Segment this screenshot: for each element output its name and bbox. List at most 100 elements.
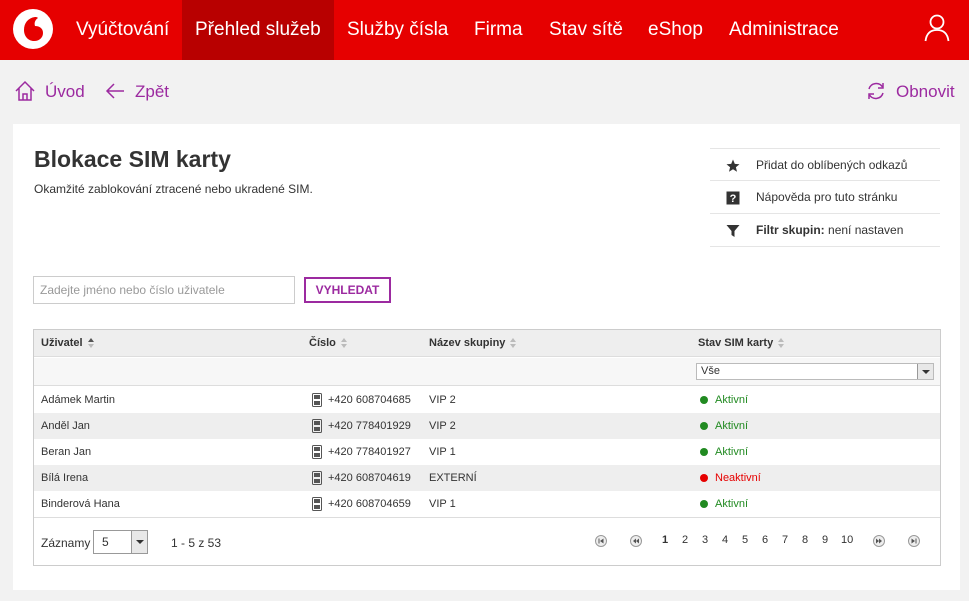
page-number[interactable]: 2 xyxy=(682,534,688,546)
home-label: Úvod xyxy=(45,82,85,101)
home-link[interactable]: Úvod xyxy=(14,80,85,104)
nav-item-prehled-sluzeb[interactable]: Přehled služeb xyxy=(182,0,334,60)
cell-group: VIP 2 xyxy=(429,420,456,432)
phone-icon xyxy=(312,419,322,433)
page-number[interactable]: 8 xyxy=(802,534,808,546)
phone-icon xyxy=(312,497,322,511)
page-number[interactable]: 6 xyxy=(762,534,768,546)
question-icon: ? xyxy=(726,191,740,205)
user-icon[interactable] xyxy=(924,14,950,42)
first-page-icon[interactable] xyxy=(595,535,607,547)
nav-item-firma[interactable]: Firma xyxy=(461,0,536,60)
cell-user: Bílá Irena xyxy=(41,472,89,484)
group-filter-value: není nastaven xyxy=(828,223,904,237)
page-number[interactable]: 4 xyxy=(722,534,728,546)
column-header-group[interactable]: Název skupiny xyxy=(429,330,517,357)
status-active-icon xyxy=(700,500,708,508)
cell-user: Binderová Hana xyxy=(41,498,120,510)
home-icon xyxy=(15,80,35,101)
page-number[interactable]: 5 xyxy=(742,534,748,546)
status-filter-value: Vše xyxy=(701,365,720,377)
cell-number: +420 608704685 xyxy=(328,394,411,406)
page-size-select[interactable]: 5 xyxy=(93,530,148,554)
back-link[interactable]: Zpět xyxy=(104,80,174,104)
search-button[interactable]: VYHLEDAT xyxy=(304,277,391,303)
cell-status: Aktivní xyxy=(715,394,749,406)
cell-status: Aktivní xyxy=(715,446,749,458)
status-active-icon xyxy=(700,448,708,456)
cell-user: Adámek Martin xyxy=(41,394,115,406)
column-header-user[interactable]: Uživatel xyxy=(41,330,95,357)
chevron-down-icon xyxy=(917,364,933,379)
nav-item-stav-site[interactable]: Stav sítě xyxy=(536,0,636,60)
refresh-link[interactable]: Obnovit xyxy=(865,80,955,104)
nav-item-vyuctovani[interactable]: Vyúčtování xyxy=(63,0,182,60)
add-favorite-link[interactable]: Přidat do oblíbených odkazů xyxy=(710,148,940,181)
nav-item-sluzby-cisla[interactable]: Služby čísla xyxy=(334,0,461,60)
page-title: Blokace SIM karty xyxy=(34,146,231,172)
page-number[interactable]: 3 xyxy=(702,534,708,546)
refresh-label: Obnovit xyxy=(896,82,955,101)
status-filter-select[interactable]: Vše xyxy=(696,363,934,380)
help-label: Nápověda pro tuto stránku xyxy=(756,190,898,204)
sort-icon xyxy=(510,338,517,349)
nav-item-administrace[interactable]: Administrace xyxy=(716,0,852,60)
sort-icon xyxy=(340,338,348,349)
table-row[interactable]: Adámek Martin +420 608704685 VIP 2 Aktiv… xyxy=(34,387,940,413)
last-page-icon[interactable] xyxy=(908,535,920,547)
previous-page-icon[interactable] xyxy=(630,535,642,547)
page-number[interactable]: 1 xyxy=(662,534,668,546)
phone-icon xyxy=(312,445,322,459)
cell-number: +420 778401929 xyxy=(328,420,411,432)
cell-group: VIP 2 xyxy=(429,394,456,406)
column-header-number[interactable]: Číslo xyxy=(309,330,348,357)
cell-number: +420 608704659 xyxy=(328,498,411,510)
cell-status: Neaktivní xyxy=(715,472,761,484)
table-row[interactable]: Beran Jan +420 778401927 VIP 1 Aktivní xyxy=(34,439,940,465)
table-row[interactable]: Anděl Jan +420 778401929 VIP 2 Aktivní xyxy=(34,413,940,439)
search-input[interactable] xyxy=(33,276,295,304)
cell-number: +420 778401927 xyxy=(328,446,411,458)
filter-icon xyxy=(726,225,740,237)
chevron-down-icon xyxy=(131,531,147,553)
page-size-value: 5 xyxy=(102,535,109,549)
phone-icon xyxy=(312,471,322,485)
page-number[interactable]: 9 xyxy=(822,534,828,546)
phone-icon xyxy=(312,393,322,407)
column-header-user-label: Uživatel xyxy=(41,337,83,349)
cell-number: +420 608704619 xyxy=(328,472,411,484)
sub-navigation: Úvod Zpět Obnovit xyxy=(0,60,969,124)
help-link[interactable]: ? Nápověda pro tuto stránku xyxy=(710,181,940,214)
status-active-icon xyxy=(700,396,708,404)
refresh-icon xyxy=(868,82,884,100)
column-header-number-label: Číslo xyxy=(309,337,336,349)
table-filter-row: Vše xyxy=(34,358,940,386)
star-icon xyxy=(726,159,740,172)
cell-user: Beran Jan xyxy=(41,446,92,458)
records-label: Záznamy xyxy=(41,536,91,550)
column-header-status[interactable]: Stav SIM karty xyxy=(698,330,785,357)
nav-item-eshop[interactable]: eShop xyxy=(635,0,716,60)
sim-table: Uživatel Číslo Název skupiny Stav SIM ka… xyxy=(33,329,941,566)
next-page-icon[interactable] xyxy=(873,535,885,547)
sort-icon xyxy=(778,338,785,349)
sort-icon xyxy=(87,338,95,349)
content-card: Blokace SIM karty Okamžité zablokování z… xyxy=(13,124,960,590)
page-number[interactable]: 7 xyxy=(782,534,788,546)
back-label: Zpět xyxy=(135,82,170,101)
cell-group: VIP 1 xyxy=(429,446,456,458)
group-filter-link[interactable]: Filtr skupin: není nastaven xyxy=(710,214,940,247)
page-number[interactable]: 10 xyxy=(841,534,853,546)
column-header-status-label: Stav SIM karty xyxy=(698,337,774,349)
table-row[interactable]: Bílá Irena +420 608704619 EXTERNÍ Neakti… xyxy=(34,465,940,491)
vodafone-logo-icon[interactable] xyxy=(13,9,53,49)
cell-group: VIP 1 xyxy=(429,498,456,510)
page-description: Okamžité zablokování ztracené nebo ukrad… xyxy=(34,182,313,196)
table-row[interactable]: Binderová Hana +420 608704659 VIP 1 Akti… xyxy=(34,491,940,517)
add-favorite-label: Přidat do oblíbených odkazů xyxy=(756,158,908,172)
group-filter-label: Filtr skupin: není nastaven xyxy=(756,214,903,247)
cell-status: Aktivní xyxy=(715,420,749,432)
side-actions: Přidat do oblíbených odkazů ? Nápověda p… xyxy=(710,148,940,247)
svg-text:?: ? xyxy=(730,193,737,205)
group-filter-title: Filtr skupin: xyxy=(756,223,825,237)
